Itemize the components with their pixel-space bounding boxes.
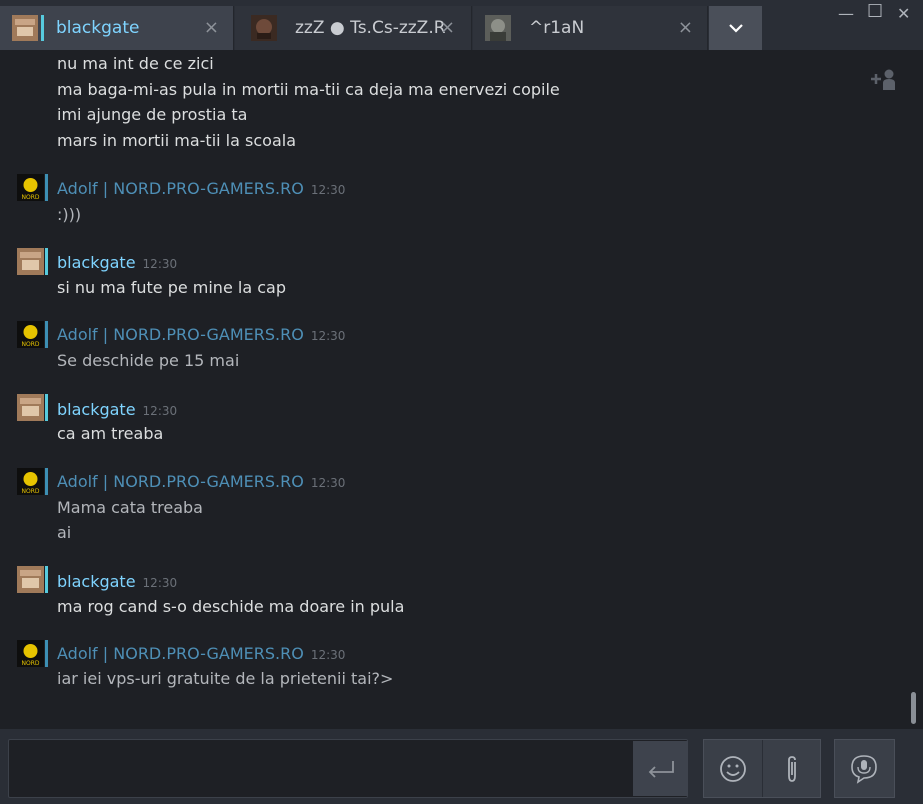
paperclip-icon [787,755,796,782]
timestamp: 12:30 [310,183,346,197]
svg-text:NORD: NORD [22,341,40,348]
avatar[interactable] [17,394,48,421]
avatar[interactable] [17,566,48,593]
online-indicator [41,15,44,41]
voice-tools [834,739,895,798]
svg-text:NORD: NORD [22,488,40,495]
sender-label: blackgate [57,253,136,272]
message-line: :))) [57,205,82,224]
minimize-button[interactable]: — [838,4,854,23]
maximize-button[interactable]: ☐ [867,1,883,22]
avatar[interactable] [17,248,48,275]
tab-blackgate[interactable]: blackgate × [0,6,234,50]
emoticon-button[interactable] [704,740,762,797]
message-input[interactable] [8,739,688,798]
message-line: ma rog cand s-o deschide ma doare in pul… [57,597,405,616]
chat-log: nu ma int de ce zici ma baga-mi-as pula … [0,50,923,729]
add-person-icon [871,69,895,90]
nord-avatar-icon: NORD [17,468,44,495]
attach-button[interactable] [762,740,820,797]
avatar[interactable]: NORD [17,468,48,495]
close-icon[interactable]: × [440,17,455,38]
svg-text:NORD: NORD [22,660,40,667]
message-line: imi ajunge de prostia ta [57,105,248,124]
avatar [485,12,517,44]
message-line: si nu ma fute pe mine la cap [57,278,286,297]
tab-label: blackgate [56,18,140,38]
nord-avatar-icon: NORD [17,321,44,348]
avatar[interactable]: NORD [17,174,48,201]
microphone-icon [851,754,877,784]
close-window-button[interactable]: ✕ [897,4,910,23]
smiley-icon [720,755,746,782]
tab-label: ^r1aN [529,18,585,38]
blackgate-avatar-icon [17,566,44,593]
close-icon[interactable]: × [678,17,693,38]
sender-label: Adolf | NORD.PRO-GAMERS.RO [57,179,304,198]
timestamp: 12:30 [310,476,346,490]
timestamp: 12:30 [142,576,178,590]
tab-r1an[interactable]: ^r1aN × [473,6,708,50]
sender-label: blackgate [57,400,136,419]
sender-name[interactable]: blackgate 12:30 [57,400,177,419]
zzz-avatar-icon [251,15,277,41]
sender-name[interactable]: blackgate 12:30 [57,253,177,272]
blackgate-avatar-icon [17,394,44,421]
avatar [12,12,44,44]
tab-zzz[interactable]: zzZ ● Ts.Cs-zzZ.Ro × [235,6,472,50]
message-line: Se deschide pe 15 mai [57,351,240,370]
message-line: ca am treaba [57,424,164,443]
sender-name[interactable]: Adolf | NORD.PRO-GAMERS.RO 12:30 [57,472,345,491]
message-line: nu ma int de ce zici [57,54,214,73]
timestamp: 12:30 [310,329,346,343]
attachment-tools [703,739,821,798]
blackgate-avatar-icon [17,248,44,275]
nord-avatar-icon: NORD [17,174,44,201]
invite-friend-button[interactable] [864,63,902,97]
avatar[interactable]: NORD [17,321,48,348]
sender-name[interactable]: Adolf | NORD.PRO-GAMERS.RO 12:30 [57,325,345,344]
close-icon[interactable]: × [204,17,219,38]
compose-bar [0,729,923,804]
sender-label: Adolf | NORD.PRO-GAMERS.RO [57,644,304,663]
tab-bar: blackgate × zzZ ● Ts.Cs-zzZ.Ro × ^r1aN × [0,0,923,50]
timestamp: 12:30 [142,404,178,418]
voice-chat-button[interactable] [835,740,893,797]
enter-icon [648,760,674,778]
tab-overflow-button[interactable] [709,6,762,50]
timestamp: 12:30 [142,257,178,271]
chat-scrollbar[interactable] [911,692,916,724]
send-button[interactable] [633,741,688,796]
message-line: Mama cata treaba [57,498,203,517]
r1an-avatar-icon [485,15,511,41]
avatar [251,12,283,44]
avatar[interactable]: NORD [17,640,48,667]
blackgate-avatar-icon [12,15,38,41]
message-line: ai [57,523,72,542]
sender-label: blackgate [57,572,136,591]
message-line: ma baga-mi-as pula in mortii ma-tii ca d… [57,80,560,99]
chevron-down-icon [728,24,743,33]
sender-label: Adolf | NORD.PRO-GAMERS.RO [57,325,304,344]
message-line: iar iei vps-uri gratuite de la prietenii… [57,669,394,688]
sender-label: Adolf | NORD.PRO-GAMERS.RO [57,472,304,491]
nord-avatar-icon: NORD [17,640,44,667]
timestamp: 12:30 [310,648,346,662]
svg-text:NORD: NORD [22,194,40,201]
tab-label: zzZ ● Ts.Cs-zzZ.Ro [295,18,445,38]
sender-name[interactable]: blackgate 12:30 [57,572,177,591]
sender-name[interactable]: Adolf | NORD.PRO-GAMERS.RO 12:30 [57,179,345,198]
sender-name[interactable]: Adolf | NORD.PRO-GAMERS.RO 12:30 [57,644,345,663]
message-line: mars in mortii ma-tii la scoala [57,131,296,150]
